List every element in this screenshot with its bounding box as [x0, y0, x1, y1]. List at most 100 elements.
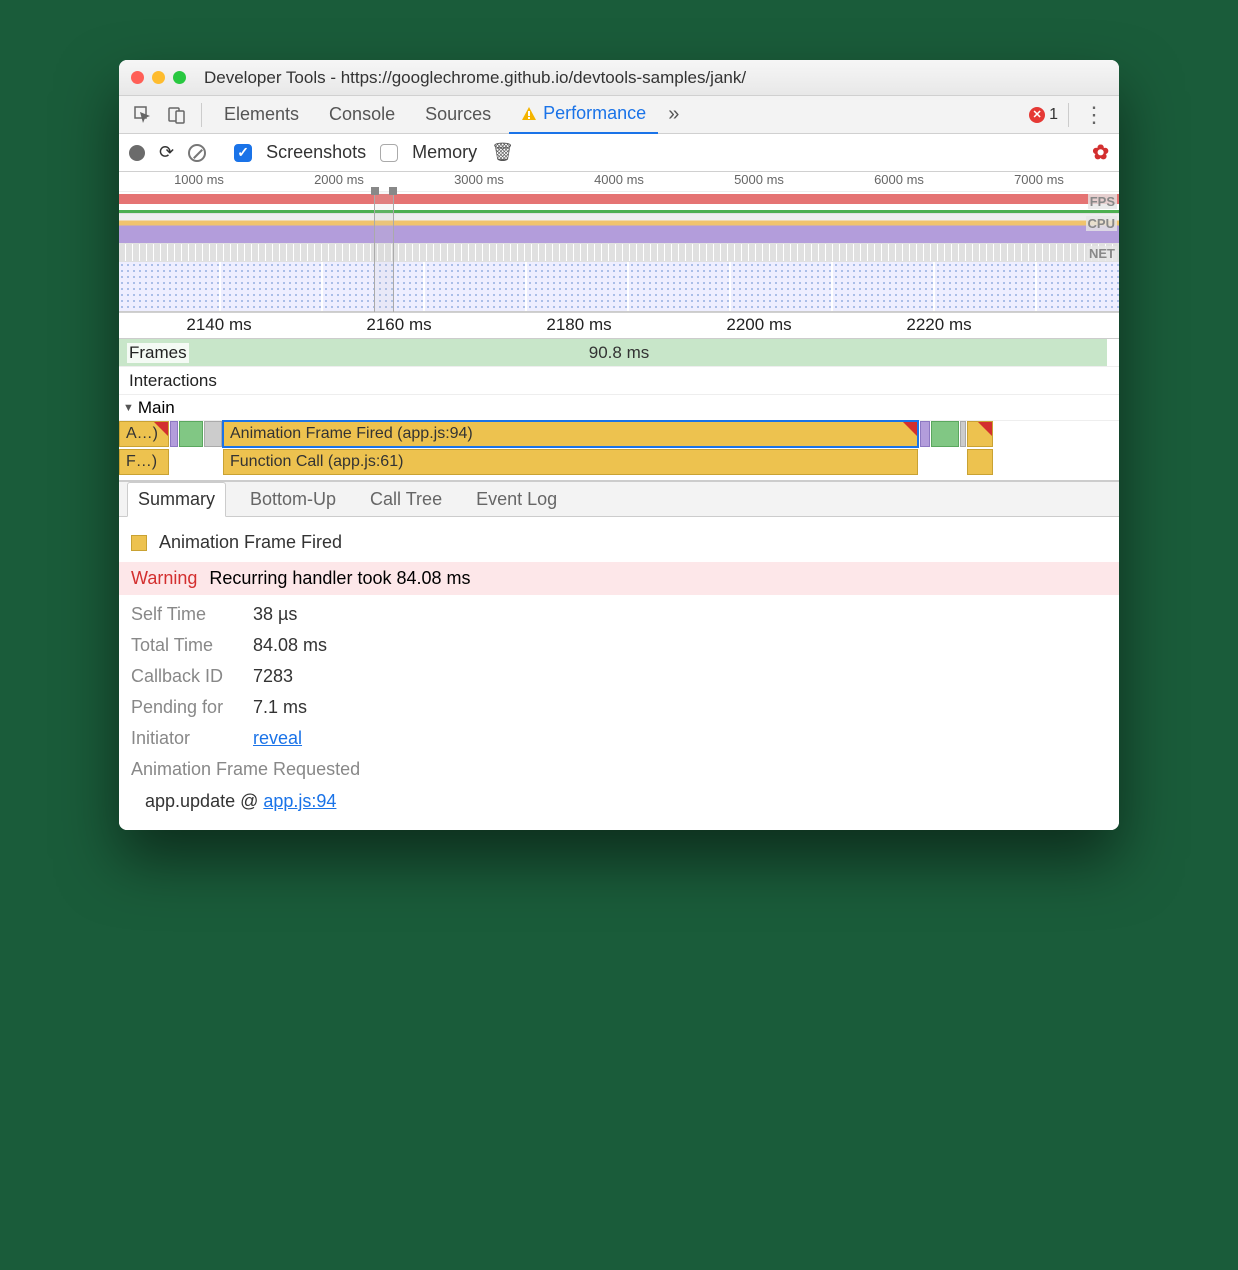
- devtools-window: Developer Tools - https://googlechrome.g…: [119, 60, 1119, 830]
- panel-tabs: Elements Console Sources Performance » ✕…: [119, 96, 1119, 134]
- tab-label: Console: [329, 104, 395, 125]
- tick: 2000 ms: [314, 172, 364, 187]
- tick: 2200 ms: [726, 315, 791, 335]
- tab-elements[interactable]: Elements: [212, 96, 311, 134]
- stack-source-link[interactable]: app.js:94: [263, 791, 336, 811]
- frame-duration: 90.8 ms: [589, 343, 649, 363]
- zoom-icon[interactable]: [173, 71, 186, 84]
- summary-value: 7.1 ms: [253, 697, 307, 718]
- summary-panel: Animation Frame Fired Warning Recurring …: [119, 517, 1119, 830]
- reveal-link[interactable]: reveal: [253, 728, 302, 749]
- summary-label: Initiator: [131, 728, 241, 749]
- screenshot-filmstrip: [119, 262, 1119, 312]
- trash-icon[interactable]: 🗑: [491, 142, 514, 163]
- minimize-icon[interactable]: [152, 71, 165, 84]
- settings-icon[interactable]: ✿: [1092, 140, 1109, 165]
- flame-bar[interactable]: [920, 421, 930, 447]
- tick: 7000 ms: [1014, 172, 1064, 187]
- flame-bar[interactable]: [967, 449, 993, 475]
- overview-ruler: 1000 ms 2000 ms 3000 ms 4000 ms 5000 ms …: [119, 172, 1119, 192]
- reload-button[interactable]: ⟳: [159, 142, 174, 163]
- cpu-track: CPU: [119, 214, 1119, 244]
- interactions-row: Interactions: [119, 367, 1119, 395]
- main-row-header[interactable]: ▼ Main: [119, 395, 1119, 421]
- flame-bar[interactable]: [931, 421, 959, 447]
- track-label: FPS: [1088, 194, 1117, 209]
- fps-track: FPS: [119, 192, 1119, 214]
- summary-value: 38 µs: [253, 604, 297, 625]
- flame-chart[interactable]: 2140 ms 2160 ms 2180 ms 2200 ms 2220 ms …: [119, 313, 1119, 481]
- flame-bar[interactable]: Function Call (app.js:61): [223, 449, 918, 475]
- tick: 3000 ms: [454, 172, 504, 187]
- tick: 2180 ms: [546, 315, 611, 335]
- flame-bar[interactable]: A…): [119, 421, 169, 447]
- chevron-down-icon: ▼: [123, 402, 134, 414]
- summary-label: Pending for: [131, 697, 241, 718]
- error-count-value: 1: [1049, 106, 1058, 124]
- summary-label: Animation Frame Requested: [131, 759, 360, 780]
- tab-console[interactable]: Console: [317, 96, 407, 134]
- tick: 1000 ms: [174, 172, 224, 187]
- more-tabs-icon[interactable]: »: [668, 103, 679, 126]
- flame-bar[interactable]: F…): [119, 449, 169, 475]
- inspect-icon[interactable]: [129, 101, 157, 129]
- tab-call-tree[interactable]: Call Tree: [360, 483, 452, 516]
- event-title-row: Animation Frame Fired: [131, 527, 1107, 558]
- tab-performance[interactable]: Performance: [509, 96, 658, 134]
- overview-pane[interactable]: 1000 ms 2000 ms 3000 ms 4000 ms 5000 ms …: [119, 172, 1119, 313]
- flame-bar[interactable]: [967, 421, 993, 447]
- summary-label: Callback ID: [131, 666, 241, 687]
- tick: 5000 ms: [734, 172, 784, 187]
- record-button[interactable]: [129, 145, 145, 161]
- tick: 6000 ms: [874, 172, 924, 187]
- titlebar: Developer Tools - https://googlechrome.g…: [119, 60, 1119, 96]
- tab-event-log[interactable]: Event Log: [466, 483, 567, 516]
- error-count[interactable]: ✕ 1: [1029, 106, 1058, 124]
- perf-toolbar: ⟳ Screenshots Memory 🗑 ✿: [119, 134, 1119, 172]
- row-label: Interactions: [127, 371, 219, 391]
- tab-label: Elements: [224, 104, 299, 125]
- kebab-icon[interactable]: ⋮: [1079, 102, 1109, 128]
- row-label: Frames: [127, 343, 189, 363]
- summary-value: 7283: [253, 666, 293, 687]
- tab-sources[interactable]: Sources: [413, 96, 503, 134]
- overview-selection[interactable]: [374, 192, 394, 312]
- frames-row: Frames 90.8 ms: [119, 339, 1119, 367]
- close-icon[interactable]: [131, 71, 144, 84]
- divider: [201, 103, 202, 127]
- summary-label: Self Time: [131, 604, 241, 625]
- warning-icon: [521, 106, 537, 122]
- device-toggle-icon[interactable]: [163, 101, 191, 129]
- clear-button[interactable]: [188, 144, 206, 162]
- tab-bottom-up[interactable]: Bottom-Up: [240, 483, 346, 516]
- warning-row: Warning Recurring handler took 84.08 ms: [119, 562, 1119, 595]
- flame-bar[interactable]: [960, 421, 966, 447]
- tick: 2220 ms: [906, 315, 971, 335]
- warning-text: Recurring handler took 84.08 ms: [209, 568, 470, 589]
- tab-summary[interactable]: Summary: [127, 482, 226, 517]
- flame-bar-selected[interactable]: Animation Frame Fired (app.js:94): [223, 421, 918, 447]
- track-label: CPU: [1086, 216, 1117, 231]
- main-flame-rows: A…) Animation Frame Fired (app.js:94) F……: [119, 421, 1119, 481]
- track-label: NET: [1087, 246, 1117, 261]
- screenshots-label: Screenshots: [266, 142, 366, 163]
- event-title: Animation Frame Fired: [159, 532, 342, 553]
- error-icon: ✕: [1029, 107, 1045, 123]
- warning-label: Warning: [131, 568, 197, 589]
- tick: 2160 ms: [366, 315, 431, 335]
- memory-checkbox[interactable]: [380, 144, 398, 162]
- flame-bar[interactable]: [204, 421, 222, 447]
- summary-label: Total Time: [131, 635, 241, 656]
- tick: 2140 ms: [186, 315, 251, 335]
- stack-function: app.update @: [145, 791, 263, 811]
- summary-value: 84.08 ms: [253, 635, 327, 656]
- stack-trace: app.update @ app.js:94: [131, 785, 1107, 812]
- details-tabs: Summary Bottom-Up Call Tree Event Log: [119, 481, 1119, 517]
- net-track: NET: [119, 244, 1119, 262]
- flame-bar[interactable]: [179, 421, 203, 447]
- flame-bar[interactable]: [170, 421, 178, 447]
- tab-label: Performance: [543, 103, 646, 124]
- tab-label: Sources: [425, 104, 491, 125]
- screenshots-checkbox[interactable]: [234, 144, 252, 162]
- memory-label: Memory: [412, 142, 477, 163]
